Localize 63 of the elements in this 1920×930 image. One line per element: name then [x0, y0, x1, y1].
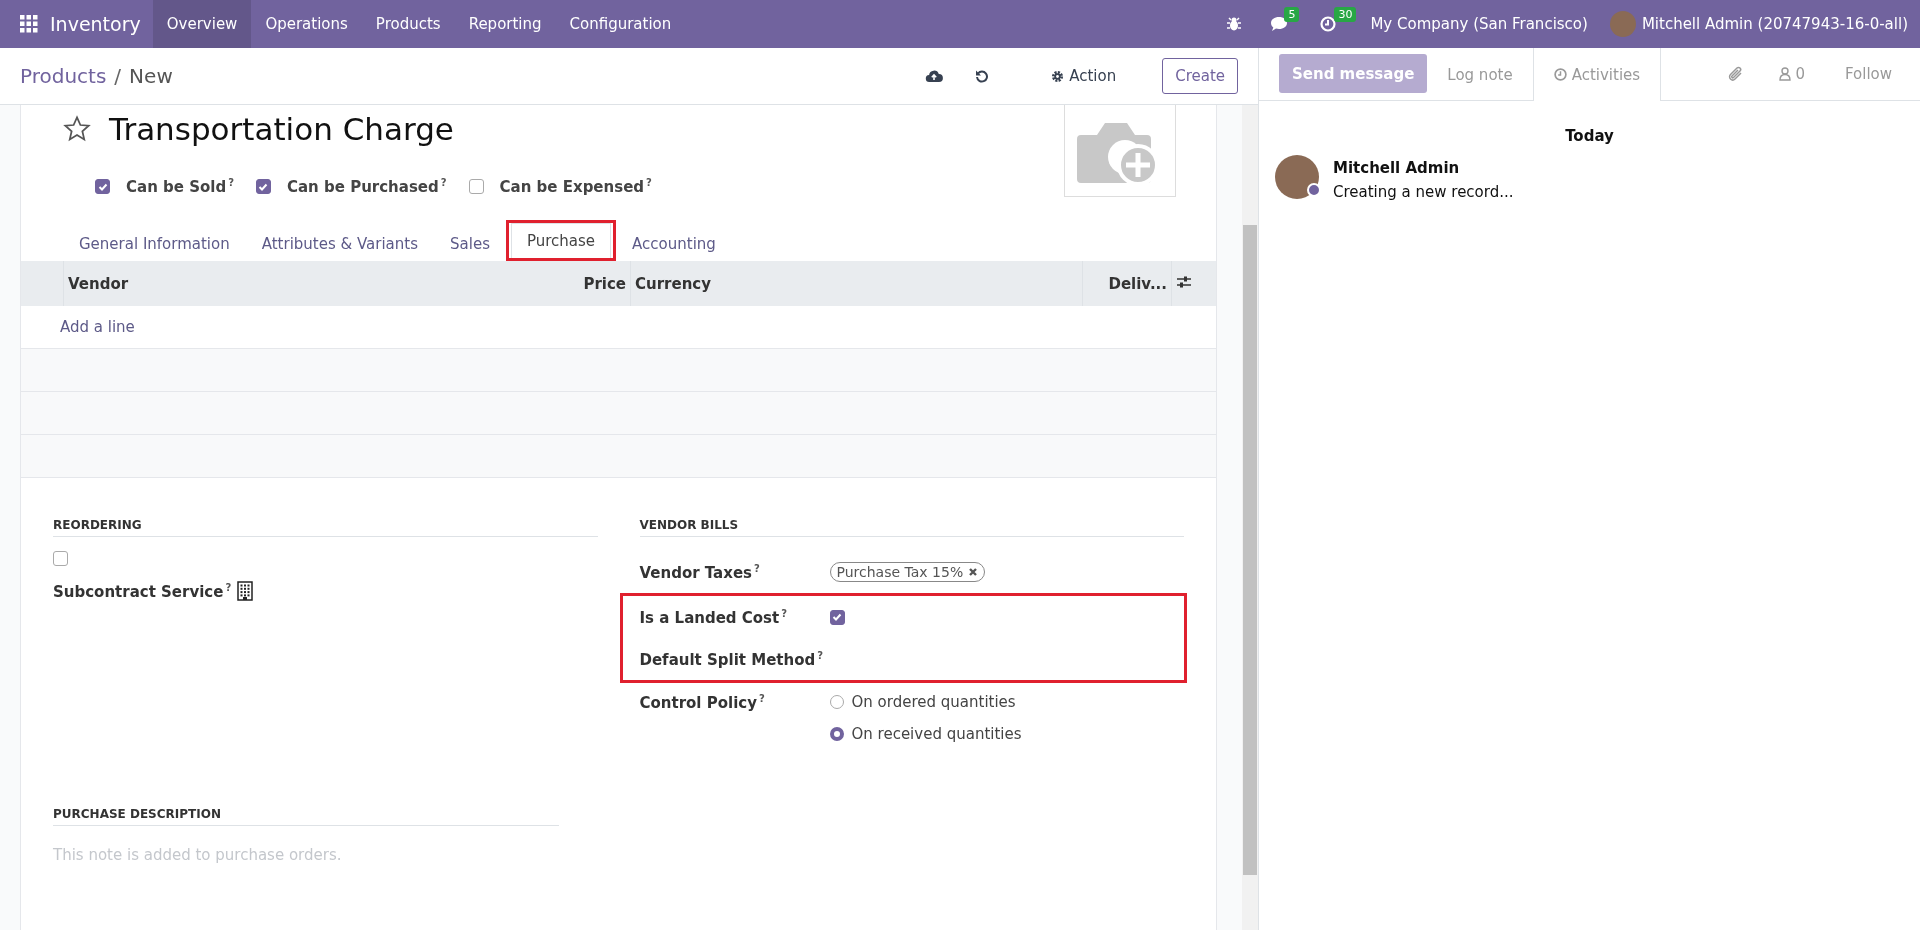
- clock-icon: [1553, 68, 1567, 81]
- column-header[interactable]: Price: [512, 261, 631, 306]
- scrollbar[interactable]: [1242, 105, 1258, 930]
- chat-icon[interactable]: [1270, 16, 1289, 32]
- checkbox[interactable]: [468, 179, 484, 194]
- menu-item[interactable]: Operations: [251, 0, 362, 48]
- column-header[interactable]: Deliv...: [1082, 261, 1172, 306]
- avatar: [1275, 155, 1319, 199]
- checkbox[interactable]: [829, 609, 845, 625]
- field-label: Control Policy$^{?}$: [639, 692, 766, 712]
- gear-icon: [1051, 69, 1065, 83]
- checkmark-icon: [832, 612, 842, 622]
- section-title: PURCHASE DESCRIPTION: [53, 807, 559, 826]
- field-label: Is a Landed Cost$^{?}$: [639, 607, 789, 627]
- date-separator: Today: [1564, 127, 1615, 145]
- field-label: Subcontract Service$^{?}$: [53, 581, 232, 601]
- breadcrumb-separator: /: [114, 64, 122, 88]
- menu-item[interactable]: Reporting: [454, 0, 556, 48]
- product-name-field[interactable]: Transportation Charge: [109, 111, 454, 147]
- action-menu[interactable]: Action: [1045, 66, 1123, 86]
- column-header[interactable]: Currency: [630, 261, 1083, 306]
- user-menu[interactable]: Mitchell Admin (20747943-16-0-all): [1641, 15, 1908, 33]
- menu-item[interactable]: Configuration: [555, 0, 686, 48]
- checkmark-icon: [258, 181, 269, 192]
- menu-item[interactable]: Overview: [152, 0, 252, 48]
- tab[interactable]: Purchase: [510, 223, 612, 258]
- user-icon: [1779, 67, 1792, 81]
- checkbox-label: Can be Purchased$^{?}$: [286, 177, 447, 196]
- tab[interactable]: Accounting: [616, 226, 732, 261]
- app-name[interactable]: Inventory: [50, 13, 141, 35]
- section-title: VENDOR BILLS: [639, 518, 1184, 537]
- clock-icon[interactable]: [1320, 16, 1337, 32]
- create-button[interactable]: Create: [1162, 58, 1238, 94]
- column-settings-icon[interactable]: [1176, 274, 1192, 289]
- breadcrumb-current: New: [129, 64, 173, 88]
- company-switcher[interactable]: My Company (San Francisco): [1370, 15, 1588, 33]
- checkbox-label: Can be Sold$^{?}$: [126, 177, 234, 196]
- remove-icon[interactable]: [968, 567, 979, 577]
- message-body: Creating a new record...: [1333, 183, 1514, 201]
- bug-icon[interactable]: [1226, 16, 1243, 32]
- tab[interactable]: General Information: [63, 226, 246, 261]
- menu-item[interactable]: Products: [361, 0, 455, 48]
- checkbox[interactable]: [95, 179, 110, 194]
- apps-grid-icon[interactable]: [20, 15, 38, 33]
- tab[interactable]: Attributes & Variants: [245, 226, 435, 261]
- checkbox[interactable]: [255, 179, 271, 194]
- field-label: Default Split Method$^{?}$: [639, 649, 824, 669]
- tab[interactable]: Sales: [434, 226, 506, 261]
- message-author: Mitchell Admin: [1333, 159, 1461, 177]
- checkbox[interactable]: [53, 551, 68, 566]
- section-title: REORDERING: [53, 518, 598, 537]
- count-badge: 30: [1334, 7, 1357, 22]
- breadcrumb-link[interactable]: Products: [20, 64, 107, 88]
- star-icon[interactable]: [63, 115, 91, 143]
- field-label: Vendor Taxes$^{?}$: [639, 562, 761, 582]
- building-icon: [237, 581, 254, 601]
- count-badge: 5: [1284, 7, 1300, 22]
- add-line-link[interactable]: Add a line: [22, 318, 135, 336]
- radio-option[interactable]: On received quantities: [829, 725, 1022, 743]
- radio-option[interactable]: On ordered quantities: [829, 693, 1022, 711]
- checkbox-label: Can be Expensed$^{?}$: [499, 177, 652, 196]
- checkmark-icon: [97, 181, 108, 192]
- column-header[interactable]: Vendor: [63, 261, 512, 306]
